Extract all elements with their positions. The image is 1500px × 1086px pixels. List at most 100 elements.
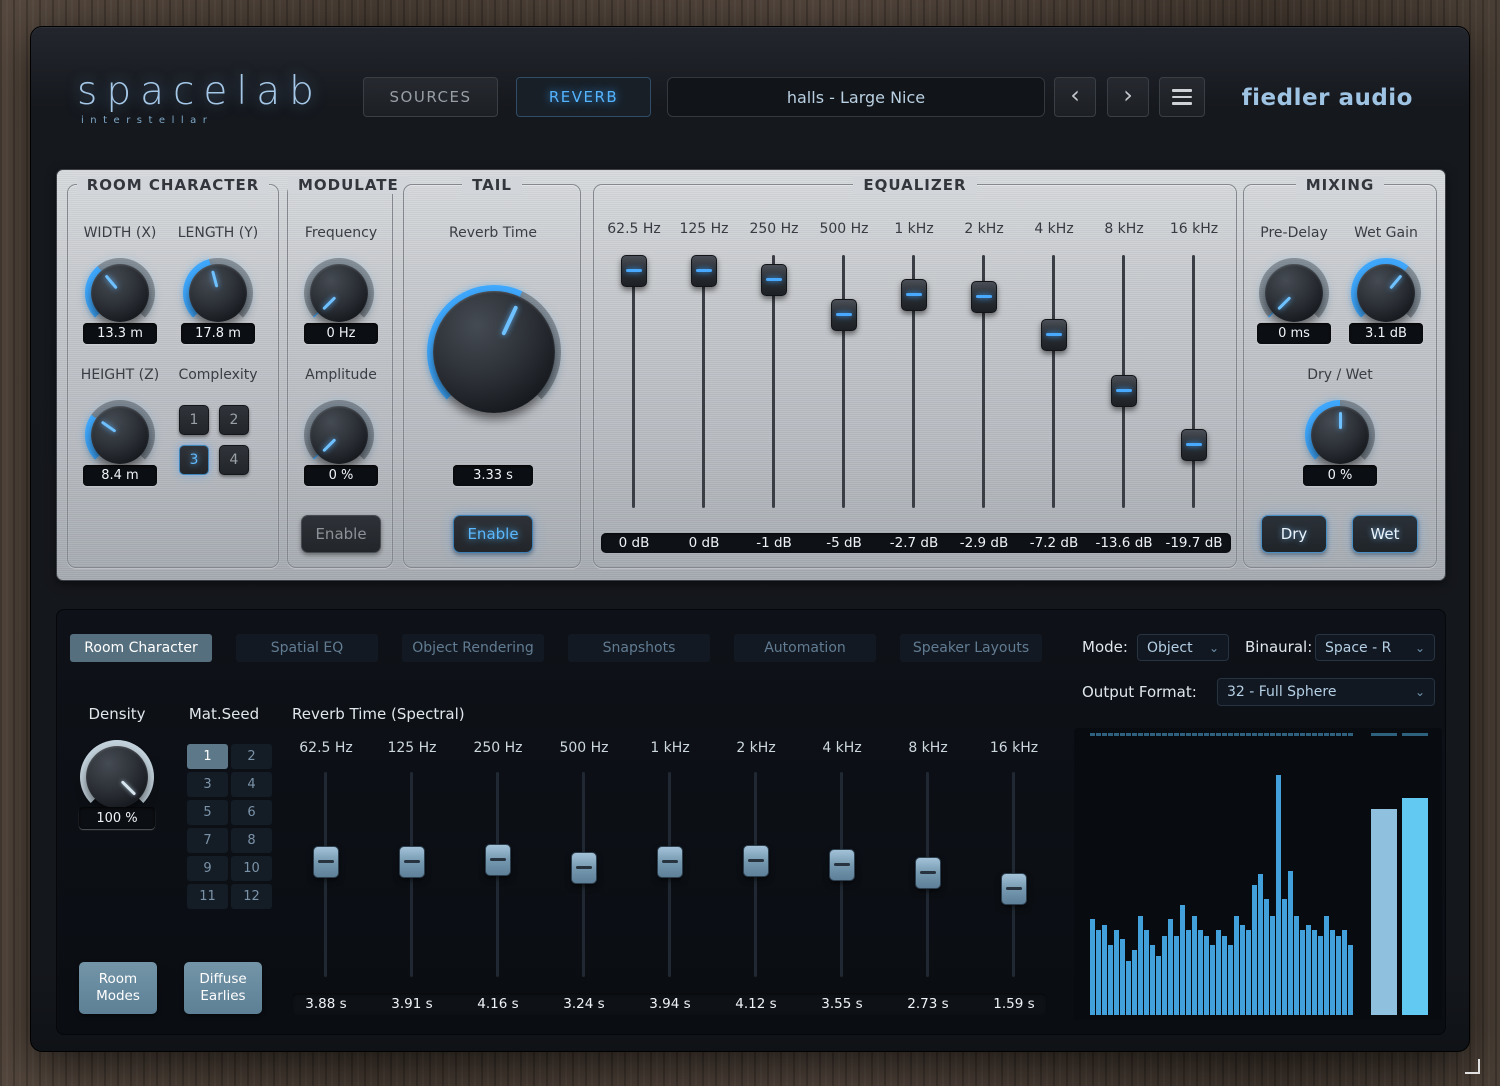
density-value[interactable]: 100 % (79, 807, 155, 829)
spectral-slider-handle[interactable] (915, 857, 941, 889)
complexity-option-2[interactable]: 2 (219, 405, 249, 435)
dry-button[interactable]: Dry (1261, 515, 1327, 553)
height-knob[interactable] (91, 406, 149, 464)
main-controls-panel: ROOM CHARACTER WIDTH (X) LENGTH (Y) 13.3… (56, 169, 1446, 581)
diffuse-earlies-button[interactable]: Diffuse Earlies (184, 962, 262, 1014)
matseed-option-10[interactable]: 10 (231, 856, 272, 881)
reverb-button[interactable]: REVERB (516, 77, 651, 117)
analyzer-bar (1096, 733, 1101, 1015)
binaural-dropdown[interactable]: Space - R ⌄ (1315, 634, 1435, 661)
spectral-slider-handle[interactable] (571, 852, 597, 884)
eq-slider-track[interactable] (1192, 255, 1195, 508)
spectral-slider-handle[interactable] (829, 849, 855, 881)
peak-hold-tick (1371, 733, 1397, 736)
mode-dropdown[interactable]: Object ⌄ (1137, 634, 1229, 661)
reverb-time-value[interactable]: 3.33 s (453, 465, 533, 486)
density-knob[interactable] (86, 746, 148, 808)
amplitude-knob[interactable] (310, 406, 368, 464)
matseed-option-1[interactable]: 1 (187, 744, 228, 769)
width-knob[interactable] (91, 264, 149, 322)
complexity-option-1[interactable]: 1 (179, 405, 209, 435)
analyzer-bar (1192, 733, 1197, 1015)
eq-band-value: -2.7 dB (879, 533, 949, 553)
wet-button[interactable]: Wet (1352, 515, 1418, 553)
pre-delay-value[interactable]: 0 ms (1257, 323, 1331, 344)
preset-selector[interactable]: halls - Large Nice (667, 77, 1045, 117)
spectral-freq-label: 250 Hz (458, 740, 538, 756)
spectral-slider-handle[interactable] (399, 846, 425, 878)
matseed-option-2[interactable]: 2 (231, 744, 272, 769)
frequency-value[interactable]: 0 Hz (304, 323, 378, 344)
eq-slider-track[interactable] (632, 255, 635, 508)
matseed-option-12[interactable]: 12 (231, 884, 272, 909)
eq-slider-handle[interactable] (901, 279, 927, 311)
dry-wet-value[interactable]: 0 % (1303, 465, 1377, 486)
spectral-slider-handle[interactable] (485, 844, 511, 876)
bar-fill (1336, 936, 1341, 1015)
wet-gain-value[interactable]: 3.1 dB (1349, 323, 1423, 344)
tab-automation[interactable]: Automation (734, 634, 876, 662)
tab-speaker-layouts[interactable]: Speaker Layouts (900, 634, 1042, 662)
bottom-panel: Room Character Spatial EQ Object Rendering… (56, 609, 1446, 1035)
brand-logo: fiedler audio (1242, 85, 1413, 111)
matseed-option-6[interactable]: 6 (231, 800, 272, 825)
slider-grip-line (490, 858, 506, 861)
eq-slider-handle[interactable] (1111, 375, 1137, 407)
matseed-option-9[interactable]: 9 (187, 856, 228, 881)
tail-enable-button[interactable]: Enable (453, 515, 533, 553)
matseed-option-4[interactable]: 4 (231, 772, 272, 797)
frequency-knob[interactable] (310, 264, 368, 322)
output-format-dropdown[interactable]: 32 - Full Sphere ⌄ (1217, 678, 1435, 706)
menu-button[interactable] (1159, 77, 1205, 117)
complexity-option-3[interactable]: 3 (179, 445, 209, 475)
tab-object-rendering[interactable]: Object Rendering (402, 634, 544, 662)
eq-slider-handle[interactable] (1041, 319, 1067, 351)
sources-button[interactable]: SOURCES (363, 77, 498, 117)
spectral-slider-handle[interactable] (1001, 873, 1027, 905)
matseed-option-7[interactable]: 7 (187, 828, 228, 853)
tab-snapshots[interactable]: Snapshots (568, 634, 710, 662)
peak-hold-tick (1096, 733, 1101, 736)
spectral-slider-handle[interactable] (743, 845, 769, 877)
matseed-option-5[interactable]: 5 (187, 800, 228, 825)
matseed-option-11[interactable]: 11 (187, 884, 228, 909)
eq-slider-handle[interactable] (831, 299, 857, 331)
eq-freq-label: 4 kHz (1019, 221, 1089, 237)
reverb-time-knob[interactable] (433, 291, 555, 413)
eq-slider-handle[interactable] (621, 255, 647, 287)
wet-gain-knob[interactable] (1357, 264, 1415, 322)
bottom-tabs: Room Character Spatial EQ Object Rendering… (70, 634, 1042, 662)
tab-room-character[interactable]: Room Character (70, 634, 212, 662)
spectral-slider-handle[interactable] (657, 846, 683, 878)
spectral-freq-label: 8 kHz (888, 740, 968, 756)
preset-next-button[interactable]: › (1107, 77, 1149, 117)
resize-corner-icon[interactable] (1465, 1059, 1480, 1074)
pre-delay-knob[interactable] (1265, 264, 1323, 322)
slider-grip-line (976, 295, 992, 298)
eq-slider-track[interactable] (702, 255, 705, 508)
height-value[interactable]: 8.4 m (83, 465, 157, 486)
eq-slider-handle[interactable] (691, 255, 717, 287)
bar-fill (1204, 936, 1209, 1015)
preset-prev-button[interactable]: ‹ (1054, 77, 1096, 117)
tab-spatial-eq[interactable]: Spatial EQ (236, 634, 378, 662)
eq-slider-track[interactable] (1052, 255, 1055, 508)
amplitude-value[interactable]: 0 % (304, 465, 378, 486)
matseed-option-8[interactable]: 8 (231, 828, 272, 853)
length-value[interactable]: 17.8 m (181, 323, 255, 344)
eq-slider-handle[interactable] (761, 264, 787, 296)
dry-wet-knob[interactable] (1311, 406, 1369, 464)
section-title: EQUALIZER (594, 175, 1236, 194)
slider-grip-line (662, 860, 678, 863)
modulate-enable-button[interactable]: Enable (301, 515, 381, 553)
eq-slider-handle[interactable] (1181, 429, 1207, 461)
width-value[interactable]: 13.3 m (83, 323, 157, 344)
spectral-slider-handle[interactable] (313, 846, 339, 878)
eq-slider-handle[interactable] (971, 281, 997, 313)
matseed-option-3[interactable]: 3 (187, 772, 228, 797)
peak-hold-tick (1126, 733, 1131, 736)
room-modes-button[interactable]: Room Modes (79, 962, 157, 1014)
length-knob[interactable] (189, 264, 247, 322)
complexity-option-4[interactable]: 4 (219, 445, 249, 475)
eq-slider-track[interactable] (842, 255, 845, 508)
